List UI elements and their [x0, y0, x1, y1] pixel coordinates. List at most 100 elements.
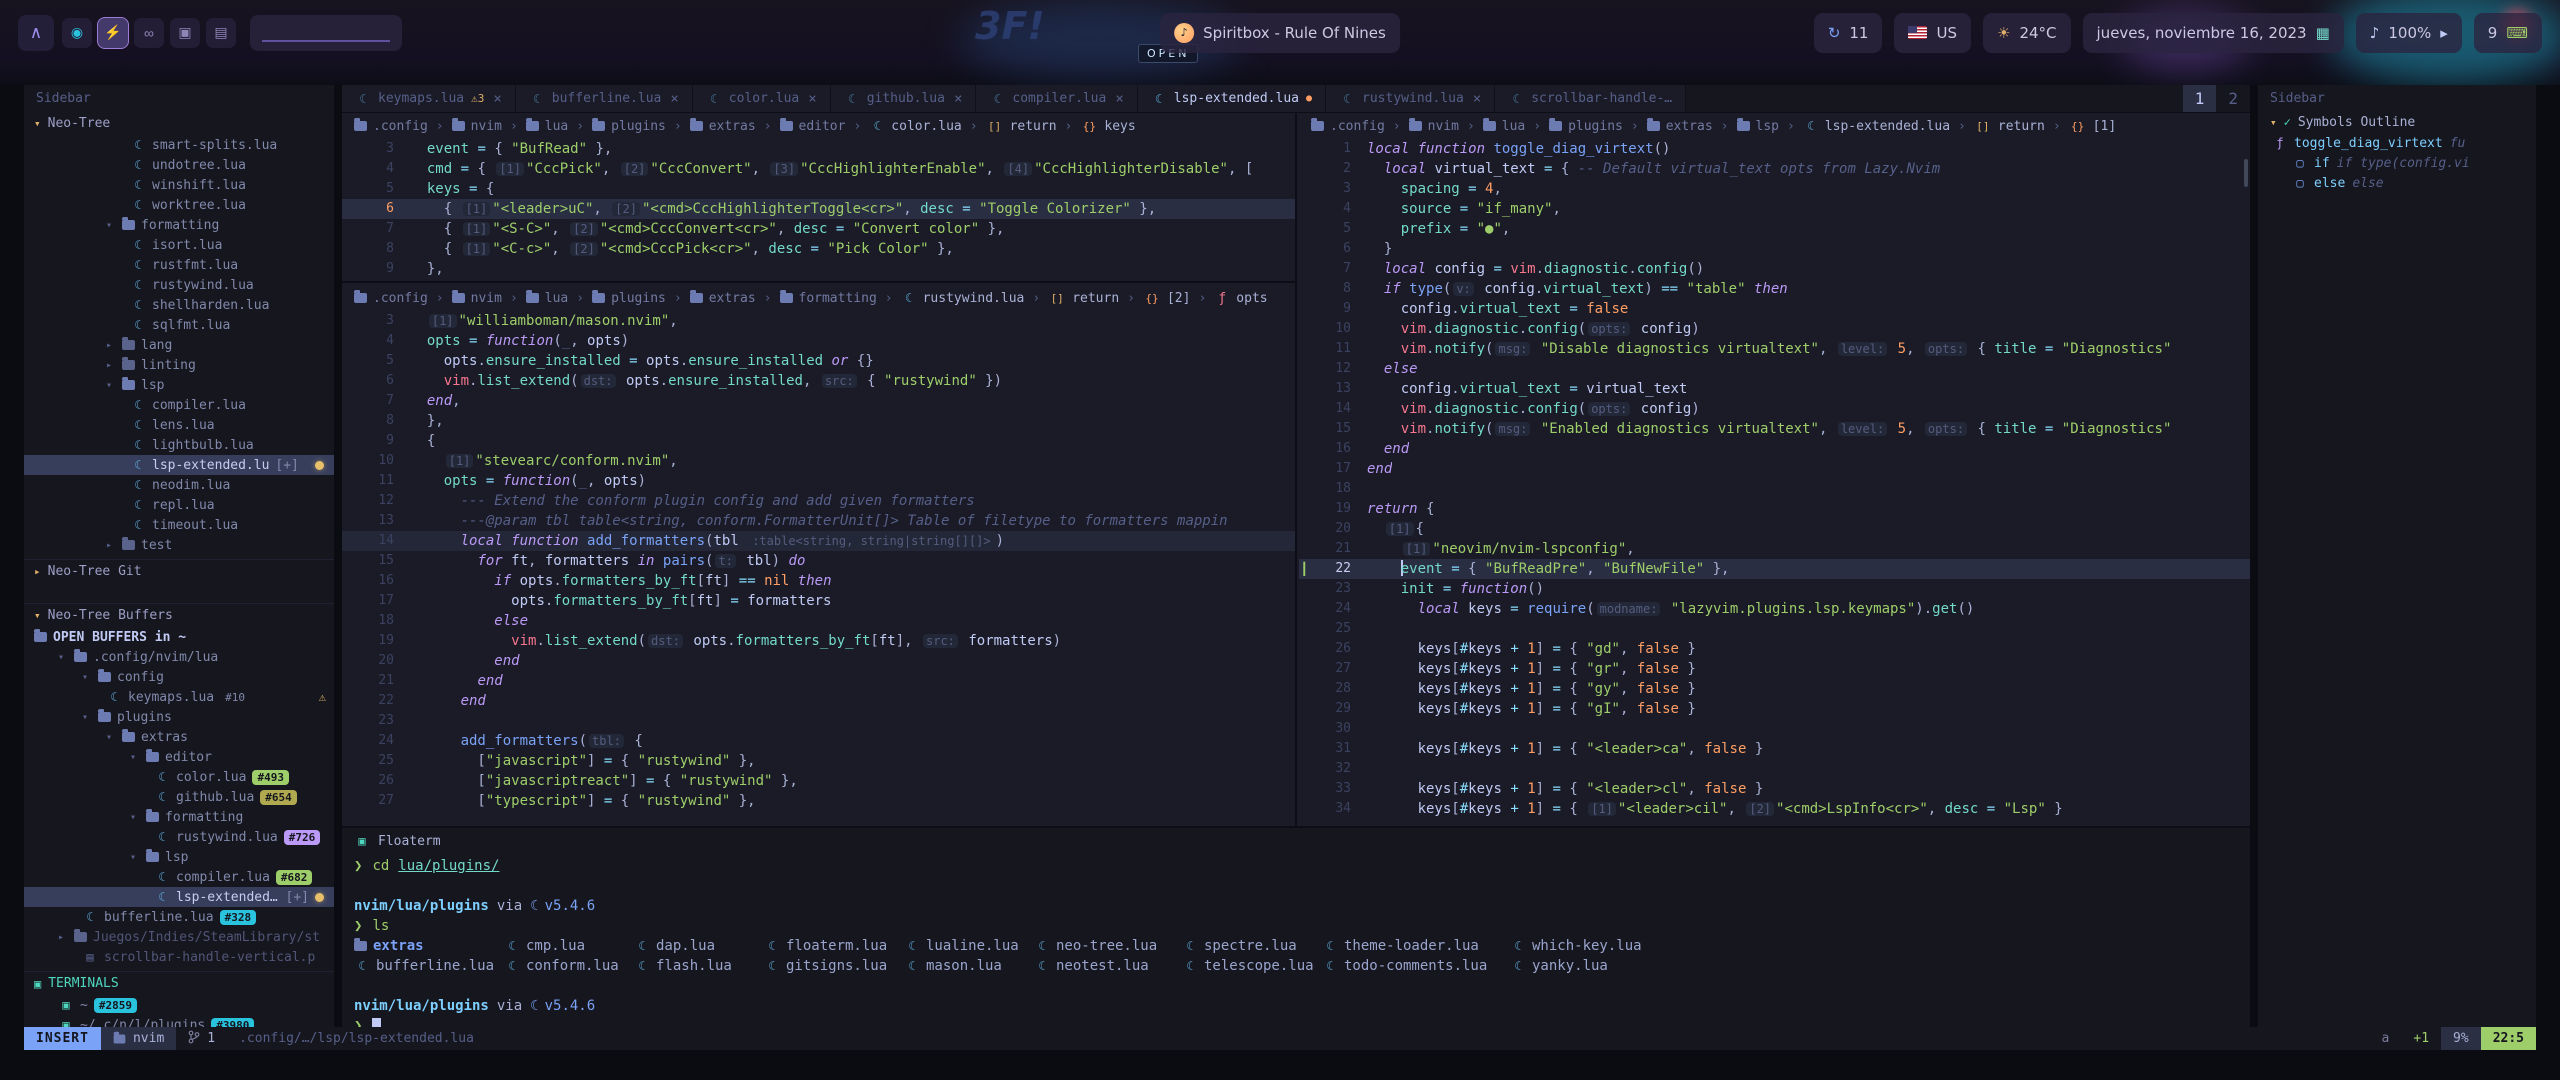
workspace-tag-2[interactable]: ⚡	[98, 18, 128, 48]
breadcrumb-item[interactable]: ƒopts	[1214, 291, 1267, 306]
close-icon[interactable]: ×	[1115, 91, 1123, 107]
breadcrumb-item[interactable]: ☾color.lua	[869, 119, 961, 134]
tree-item[interactable]: ▾extras	[24, 727, 334, 747]
tree-item[interactable]: ☾rustywind.lua	[24, 275, 334, 295]
tree-item[interactable]: ▾lsp	[24, 375, 334, 395]
outline-item[interactable]: ▢elseelse	[2258, 173, 2536, 193]
breadcrumb-item[interactable]: nvim	[452, 291, 502, 306]
tree-item[interactable]: ☾smart-splits.lua	[24, 135, 334, 155]
tree-item[interactable]: ☾lightbulb.lua	[24, 435, 334, 455]
tab-github-lua[interactable]: ☾github.lua×	[831, 85, 977, 112]
tree-item[interactable]: ▸Juegos/Indies/SteamLibrary/st	[24, 927, 334, 947]
tree-item[interactable]: ☾lsp-extended.lu[+]	[24, 887, 334, 907]
breadcrumb-item[interactable]: lua	[1483, 119, 1525, 134]
file-entry[interactable]: ☾which-key.lua	[1510, 938, 1660, 954]
tree-item[interactable]: ▸test	[24, 535, 334, 555]
code-area[interactable]: 3 event = { "BufRead" }, 4 cmd = { [1]"C…	[342, 139, 1295, 279]
breadcrumb-item[interactable]: ☾rustywind.lua	[901, 291, 1025, 306]
file-entry[interactable]: ☾gitsigns.lua	[764, 958, 904, 974]
file-entry[interactable]: ☾dap.lua	[634, 938, 764, 954]
tabpage-1[interactable]: 1	[2183, 85, 2217, 112]
tree-item[interactable]: ☾rustfmt.lua	[24, 255, 334, 275]
breadcrumb-item[interactable]: []return	[986, 119, 1057, 134]
breadcrumb-item[interactable]: .config	[354, 119, 428, 134]
outline-item[interactable]: ƒtoggle_diag_virtextfu	[2258, 133, 2536, 153]
breadcrumb-item[interactable]: formatting	[780, 291, 877, 306]
outline-item[interactable]: ▢ifif type(config.vi	[2258, 153, 2536, 173]
breadcrumb-item[interactable]: []return	[1974, 119, 2045, 134]
file-entry[interactable]: ☾todo-comments.lua	[1322, 958, 1510, 974]
tree-item[interactable]: ▸lang	[24, 335, 334, 355]
tree-item[interactable]: ☾repl.lua	[24, 495, 334, 515]
scrollbar[interactable]	[2244, 159, 2248, 187]
breadcrumb-item[interactable]: nvim	[452, 119, 502, 134]
workspace-tag-3[interactable]: ∞	[134, 18, 164, 48]
terminal-content[interactable]: ❯cdlua/plugins/nvim/lua/pluginsvia☾v5.4.…	[342, 854, 2250, 1027]
file-entry[interactable]: ☾mason.lua	[904, 958, 1034, 974]
section-header[interactable]: ▣TERMINALS	[24, 971, 334, 995]
breadcrumb-item[interactable]: {}[1]	[2069, 119, 2116, 134]
taskbar-prompt[interactable]	[250, 15, 402, 51]
tabpage-2[interactable]: 2	[2216, 85, 2250, 112]
tree-item[interactable]: ☾lsp-extended.lu[+]	[24, 455, 334, 475]
tree-item[interactable]: ☾neodim.lua	[24, 475, 334, 495]
tree-item[interactable]: ☾timeout.lua	[24, 515, 334, 535]
tree-item[interactable]: ▾plugins	[24, 707, 334, 727]
breadcrumb-item[interactable]: lua	[526, 291, 568, 306]
tab-keymaps-lua[interactable]: ☾keymaps.lua⚠3×	[342, 85, 516, 112]
tree-item[interactable]: ▾editor	[24, 747, 334, 767]
file-entry[interactable]: ☾telescope.lua	[1182, 958, 1322, 974]
breadcrumb-item[interactable]: editor	[780, 119, 846, 134]
breadcrumb-item[interactable]: extras	[1647, 119, 1713, 134]
tree-item[interactable]: ☾undotree.lua	[24, 155, 334, 175]
breadcrumb-item[interactable]: lsp	[1737, 119, 1779, 134]
volume-pill[interactable]: ♪100%▸	[2356, 13, 2462, 53]
keyboard-layout-pill[interactable]: US	[1894, 13, 1971, 53]
tree-item[interactable]: ☾winshift.lua	[24, 175, 334, 195]
tree-item[interactable]: ☾lens.lua	[24, 415, 334, 435]
date-pill[interactable]: jueves, noviembre 16, 2023▦	[2083, 13, 2344, 53]
workspace-tag-5[interactable]: ▤	[206, 18, 236, 48]
git-branch-segment[interactable]: 1	[176, 1027, 227, 1050]
file-entry[interactable]: ☾yanky.lua	[1510, 958, 1660, 974]
tree-item[interactable]: OPEN BUFFERS in ~	[24, 627, 334, 647]
tab-color-lua[interactable]: ☾color.lua×	[693, 85, 831, 112]
cwd-segment[interactable]: nvim	[101, 1027, 176, 1050]
tab-bufferline-lua[interactable]: ☾bufferline.lua×	[516, 85, 693, 112]
tab-compiler-lua[interactable]: ☾compiler.lua×	[976, 85, 1137, 112]
tab-rustywind-lua[interactable]: ☾rustywind.lua×	[1326, 85, 1495, 112]
breadcrumb-item[interactable]: []return	[1048, 291, 1119, 306]
file-entry[interactable]: ☾cmp.lua	[504, 938, 634, 954]
updates-pill[interactable]: ↻11	[1814, 13, 1883, 53]
file-entry[interactable]: ☾flash.lua	[634, 958, 764, 974]
tree-item[interactable]: ☾shellharden.lua	[24, 295, 334, 315]
tree-item[interactable]: ☾worktree.lua	[24, 195, 334, 215]
section-header[interactable]: ▸Neo-Tree Git	[24, 559, 334, 583]
breadcrumb-item[interactable]: nvim	[1409, 119, 1459, 134]
tree-item[interactable]: ▾config	[24, 667, 334, 687]
file-entry[interactable]: ☾conform.lua	[504, 958, 634, 974]
tree-item[interactable]: ▾formatting	[24, 807, 334, 827]
breadcrumb-item[interactable]: ☾lsp-extended.lua	[1803, 119, 1950, 134]
tree-item[interactable]: ▣~/.c/n/l/plugins#3980	[24, 1015, 334, 1027]
breadcrumb-item[interactable]: {}keys	[1080, 119, 1135, 134]
weather-pill[interactable]: ☀24°C	[1983, 13, 2071, 53]
file-entry[interactable]: ☾lualine.lua	[904, 938, 1034, 954]
tree-item[interactable]: ☾github.lua#654	[24, 787, 334, 807]
file-entry[interactable]: ☾spectre.lua	[1182, 938, 1322, 954]
code-area[interactable]: 3 [1]"williamboman/mason.nvim", 4 opts =…	[342, 311, 1295, 811]
tree-item[interactable]: ▤scrollbar-handle-vertical.p	[24, 947, 334, 967]
breadcrumb-item[interactable]: plugins	[1549, 119, 1623, 134]
close-icon[interactable]: ×	[954, 91, 962, 107]
breadcrumb-item[interactable]: plugins	[592, 291, 666, 306]
tree-item[interactable]: ☾compiler.lua#682	[24, 867, 334, 887]
workspace-tag-1[interactable]: ◉	[62, 18, 92, 48]
breadcrumb-item[interactable]: .config	[1311, 119, 1385, 134]
tree-item[interactable]: ☾keymaps.lua#10⚠	[24, 687, 334, 707]
close-icon[interactable]: ×	[493, 91, 501, 107]
breadcrumb-item[interactable]: extras	[690, 119, 756, 134]
breadcrumb-item[interactable]: extras	[690, 291, 756, 306]
file-entry[interactable]: ☾floaterm.lua	[764, 938, 904, 954]
tree-item[interactable]: ▾.config/nvim/lua	[24, 647, 334, 667]
tree-item[interactable]: ▾lsp	[24, 847, 334, 867]
